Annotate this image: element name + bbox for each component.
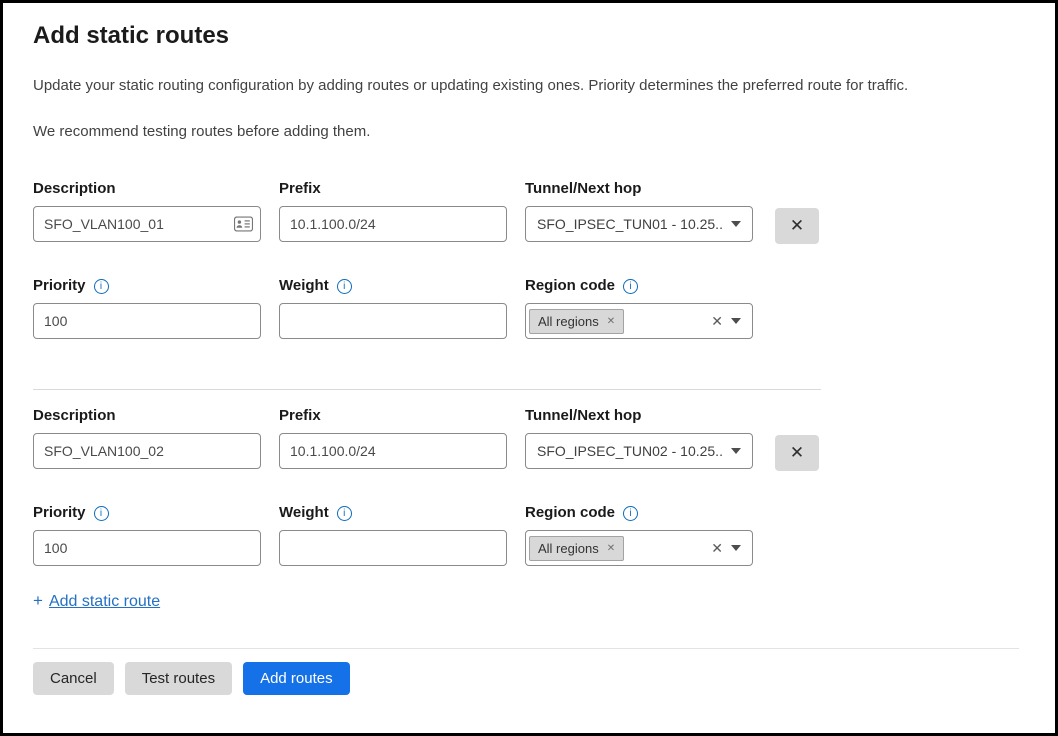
region-field: Region code i All regions ✕ ✕ — [525, 504, 753, 566]
weight-field: Weight i — [279, 504, 507, 566]
description-field: Description — [33, 180, 261, 242]
priority-field: Priority i — [33, 504, 261, 566]
prefix-field: Prefix — [279, 407, 507, 469]
intro-text: Update your static routing configuration… — [33, 77, 1019, 94]
description-label: Description — [33, 180, 261, 197]
region-chip: All regions ✕ — [529, 536, 624, 561]
region-chip-label: All regions — [538, 314, 599, 329]
region-code-select[interactable]: All regions ✕ ✕ — [525, 530, 753, 566]
weight-label: Weight i — [279, 504, 507, 521]
add-routes-button[interactable]: Add routes — [243, 662, 350, 695]
prefix-input[interactable] — [279, 433, 507, 469]
region-label-text: Region code — [525, 277, 615, 294]
add-static-route-row: + Add static route — [33, 591, 1019, 611]
info-icon[interactable]: i — [94, 506, 109, 521]
clear-selection-icon[interactable]: ✕ — [711, 540, 723, 557]
add-static-routes-dialog: Add static routes Update your static rou… — [0, 0, 1058, 736]
chevron-down-icon[interactable] — [731, 318, 741, 324]
footer-actions: Cancel Test routes Add routes — [33, 662, 1019, 695]
info-icon[interactable]: i — [337, 279, 352, 294]
region-label: Region code i — [525, 504, 753, 521]
priority-input[interactable] — [33, 303, 261, 339]
route-divider — [33, 389, 821, 390]
prefix-field: Prefix — [279, 180, 507, 242]
recommendation-text: We recommend testing routes before addin… — [33, 123, 1019, 140]
priority-label: Priority i — [33, 504, 261, 521]
chip-remove-icon[interactable]: ✕ — [607, 543, 615, 554]
tunnel-select[interactable]: SFO_IPSEC_TUN01 - 10.25... — [525, 206, 753, 242]
info-icon[interactable]: i — [337, 506, 352, 521]
chevron-down-icon[interactable] — [731, 545, 741, 551]
test-routes-button[interactable]: Test routes — [125, 662, 232, 695]
cancel-button[interactable]: Cancel — [33, 662, 114, 695]
route-entry-2: Description Prefix Tunnel/Next hop SFO_I… — [33, 407, 1019, 566]
contact-card-icon[interactable] — [234, 217, 253, 232]
weight-input[interactable] — [279, 530, 507, 566]
tunnel-select[interactable]: SFO_IPSEC_TUN02 - 10.25... — [525, 433, 753, 469]
tunnel-field: Tunnel/Next hop SFO_IPSEC_TUN01 - 10.25.… — [525, 180, 753, 242]
priority-label: Priority i — [33, 277, 261, 294]
region-label: Region code i — [525, 277, 753, 294]
region-chip: All regions ✕ — [529, 309, 624, 334]
priority-label-text: Priority — [33, 504, 86, 521]
plus-icon: + — [33, 591, 43, 610]
prefix-input[interactable] — [279, 206, 507, 242]
chevron-down-icon — [731, 448, 741, 454]
description-input[interactable] — [33, 206, 261, 242]
weight-label-text: Weight — [279, 504, 329, 521]
tunnel-field: Tunnel/Next hop SFO_IPSEC_TUN02 - 10.25.… — [525, 407, 753, 469]
priority-input[interactable] — [33, 530, 261, 566]
description-input[interactable] — [33, 433, 261, 469]
info-icon[interactable]: i — [94, 279, 109, 294]
info-icon[interactable]: i — [623, 506, 638, 521]
add-static-route-link[interactable]: Add static route — [49, 593, 160, 610]
info-icon[interactable]: i — [623, 279, 638, 294]
region-label-text: Region code — [525, 504, 615, 521]
route-entry-1: Description — [33, 180, 1019, 339]
chip-remove-icon[interactable]: ✕ — [607, 316, 615, 327]
prefix-label: Prefix — [279, 407, 507, 424]
tunnel-label: Tunnel/Next hop — [525, 407, 753, 424]
region-chip-label: All regions — [538, 541, 599, 556]
region-field: Region code i All regions ✕ ✕ — [525, 277, 753, 339]
region-code-select[interactable]: All regions ✕ ✕ — [525, 303, 753, 339]
tunnel-selected-value: SFO_IPSEC_TUN02 - 10.25... — [537, 443, 723, 459]
page-title: Add static routes — [33, 22, 1019, 50]
prefix-label: Prefix — [279, 180, 507, 197]
remove-route-button[interactable]: ✕ — [775, 208, 819, 244]
description-field: Description — [33, 407, 261, 469]
weight-field: Weight i — [279, 277, 507, 339]
remove-route-button[interactable]: ✕ — [775, 435, 819, 471]
chevron-down-icon — [731, 221, 741, 227]
weight-input[interactable] — [279, 303, 507, 339]
clear-selection-icon[interactable]: ✕ — [711, 313, 723, 330]
weight-label-text: Weight — [279, 277, 329, 294]
priority-label-text: Priority — [33, 277, 86, 294]
tunnel-selected-value: SFO_IPSEC_TUN01 - 10.25... — [537, 216, 723, 232]
footer-divider — [33, 648, 1019, 649]
weight-label: Weight i — [279, 277, 507, 294]
description-label: Description — [33, 407, 261, 424]
tunnel-label: Tunnel/Next hop — [525, 180, 753, 197]
priority-field: Priority i — [33, 277, 261, 339]
